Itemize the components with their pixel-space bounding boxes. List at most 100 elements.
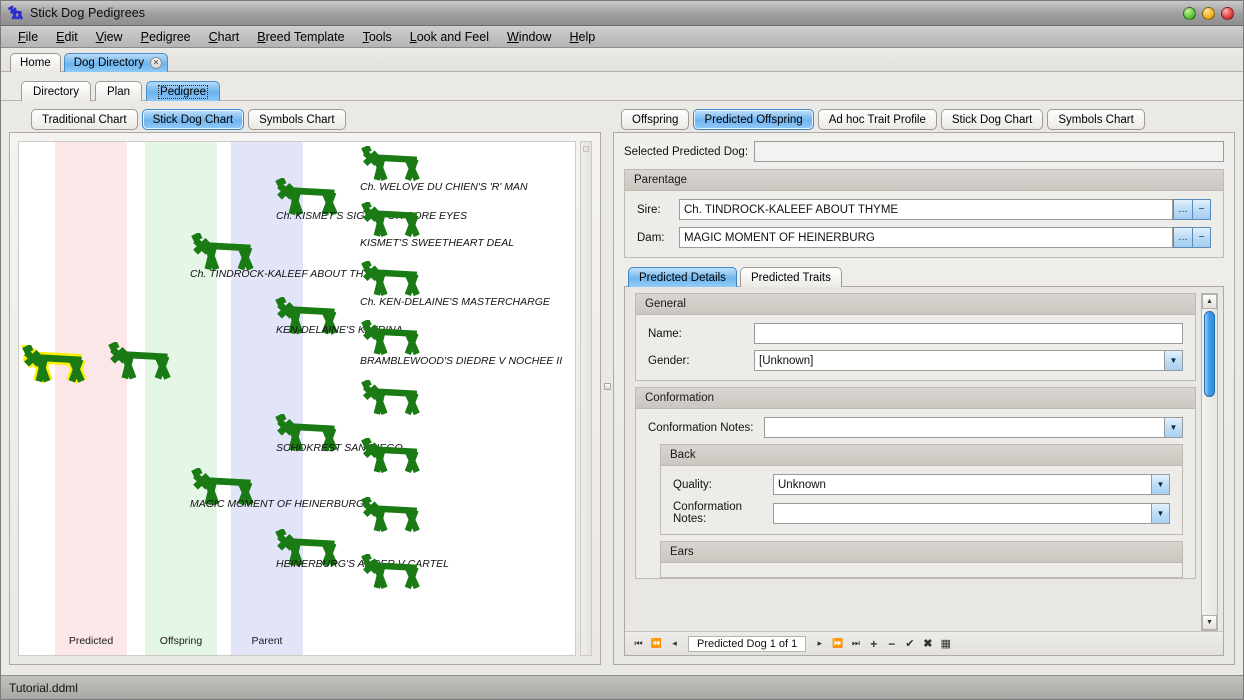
nav-next-button[interactable]: ▸: [812, 636, 827, 652]
menu-pedigree[interactable]: Pedigree: [132, 28, 200, 46]
grid-view-button[interactable]: ▦: [938, 636, 953, 652]
scroll-track[interactable]: [1202, 309, 1217, 615]
chart-frame: PredictedOffspringParentCh. TINDROCK-KAL…: [9, 132, 601, 665]
detail-tab-predicted-details[interactable]: Predicted Details: [628, 267, 737, 287]
chart-tab-traditional-chart[interactable]: Traditional Chart: [31, 109, 138, 130]
detail-tab-strip: Predicted DetailsPredicted Traits: [624, 264, 1224, 286]
minimize-button[interactable]: [1183, 7, 1196, 20]
right-tab-predicted-offspring[interactable]: Predicted Offspring: [693, 109, 813, 130]
scroll-up-icon[interactable]: ▲: [1202, 294, 1217, 309]
back-quality-value: Unknown: [774, 475, 1151, 494]
section-tab-plan[interactable]: Plan: [95, 81, 142, 101]
chevron-down-icon[interactable]: ▼: [1164, 351, 1182, 370]
general-group-body: Name: Gender: [Unknown] ▼: [636, 315, 1195, 380]
stick-dog[interactable]: [107, 342, 173, 383]
details-vertical-scrollbar[interactable]: ▲ ▼: [1201, 293, 1218, 631]
menu-view[interactable]: View: [87, 28, 132, 46]
conformation-group-title: Conformation: [636, 388, 1195, 409]
scroll-down-icon[interactable]: ▼: [1202, 615, 1217, 630]
chevron-down-icon[interactable]: ▼: [1151, 504, 1169, 523]
right-tab-offspring[interactable]: Offspring: [621, 109, 689, 130]
stick-dog-selected[interactable]: [21, 345, 87, 386]
scroll-thumb[interactable]: [1204, 311, 1215, 397]
document-tab-home[interactable]: Home: [10, 53, 61, 72]
stick-dog[interactable]: [360, 380, 422, 418]
stick-dog-chart-canvas[interactable]: PredictedOffspringParentCh. TINDROCK-KAL…: [18, 141, 576, 656]
sire-clear-button[interactable]: −: [1192, 199, 1211, 220]
sire-input[interactable]: Ch. TINDROCK-KALEEF ABOUT THYME: [679, 199, 1173, 220]
record-navigator: ⏮ ⏪ ◂ Predicted Dog 1 of 1 ▸ ⏩ ⏭ + − ✔ ✖…: [625, 631, 1223, 655]
nav-next-page-button[interactable]: ⏩: [830, 636, 845, 652]
chart-tab-symbols-chart[interactable]: Symbols Chart: [248, 109, 345, 130]
title-bar: Stick Dog Pedigrees: [1, 1, 1243, 26]
document-tab-label: Home: [20, 57, 51, 69]
back-quality-select[interactable]: Unknown ▼: [773, 474, 1170, 495]
chart-tab-stick-dog-chart[interactable]: Stick Dog Chart: [142, 109, 245, 130]
section-tab-strip: Directory PlanPedigree: [1, 72, 1243, 100]
stick-dog[interactable]: [360, 202, 422, 240]
dam-input[interactable]: MAGIC MOMENT OF HEINERBURG: [679, 227, 1173, 248]
nav-position-label: Predicted Dog 1 of 1: [688, 636, 806, 652]
sire-label: Sire:: [637, 204, 679, 216]
menu-chart[interactable]: Chart: [200, 28, 249, 46]
selected-predicted-dog-row: Selected Predicted Dog:: [624, 141, 1224, 162]
scroll-thumb[interactable]: [583, 146, 589, 152]
stick-dog[interactable]: [360, 438, 422, 476]
chart-vertical-scrollbar[interactable]: [580, 141, 592, 656]
maximize-button[interactable]: [1202, 7, 1215, 20]
dam-browse-button[interactable]: …: [1173, 227, 1192, 248]
nav-last-button[interactable]: ⏭: [848, 636, 863, 652]
name-input[interactable]: [754, 323, 1183, 344]
back-quality-row: Quality: Unknown ▼: [673, 474, 1170, 495]
nav-first-button[interactable]: ⏮: [631, 636, 646, 652]
conformation-notes-select[interactable]: ▼: [764, 417, 1183, 438]
add-record-button[interactable]: +: [866, 636, 881, 652]
stick-dog-label: MAGIC MOMENT OF HEINERBURG: [190, 498, 364, 510]
commit-record-button[interactable]: ✔: [902, 636, 917, 652]
cancel-record-button[interactable]: ✖: [920, 636, 935, 652]
nav-prev-page-button[interactable]: ⏪: [649, 636, 664, 652]
menu-window[interactable]: Window: [498, 28, 560, 46]
stick-dog[interactable]: [360, 554, 422, 592]
menu-bar: FileEditViewPedigreeChartBreed TemplateT…: [1, 26, 1243, 48]
ears-group-body: [661, 563, 1182, 577]
panel-splitter[interactable]: [601, 107, 613, 665]
menu-help[interactable]: Help: [560, 28, 604, 46]
menu-file[interactable]: File: [9, 28, 47, 46]
close-button[interactable]: [1221, 7, 1234, 20]
parentage-group: Parentage Sire: Ch. TINDROCK-KALEEF ABOU…: [624, 169, 1224, 258]
close-icon[interactable]: ✕: [150, 57, 162, 69]
stick-dog-label: Ch. TINDROCK-KALEEF ABOUT THYME: [190, 268, 386, 280]
menu-edit[interactable]: Edit: [47, 28, 87, 46]
dam-clear-button[interactable]: −: [1192, 227, 1211, 248]
chevron-down-icon[interactable]: ▼: [1151, 475, 1169, 494]
remove-record-button[interactable]: −: [884, 636, 899, 652]
gender-value: [Unknown]: [755, 351, 1164, 370]
menu-look-and-feel[interactable]: Look and Feel: [401, 28, 498, 46]
menu-breed-template[interactable]: Breed Template: [248, 28, 353, 46]
section-tab-directory[interactable]: Directory: [21, 81, 91, 101]
stick-dog[interactable]: [360, 320, 422, 358]
stick-dog[interactable]: [360, 146, 422, 184]
back-notes-label: Conformation Notes:: [673, 501, 773, 525]
right-tab-symbols-chart[interactable]: Symbols Chart: [1047, 109, 1144, 130]
stick-dog[interactable]: [360, 261, 422, 299]
document-tab-label: Dog Directory: [74, 57, 144, 69]
selected-predicted-dog-input[interactable]: [754, 141, 1224, 162]
right-tab-stick-dog-chart[interactable]: Stick Dog Chart: [941, 109, 1044, 130]
gender-select[interactable]: [Unknown] ▼: [754, 350, 1183, 371]
back-notes-select[interactable]: ▼: [773, 503, 1170, 524]
chevron-down-icon[interactable]: ▼: [1164, 418, 1182, 437]
splitter-grip[interactable]: [604, 383, 611, 390]
menu-tools[interactable]: Tools: [354, 28, 401, 46]
right-tab-ad-hoc-trait-profile[interactable]: Ad hoc Trait Profile: [818, 109, 937, 130]
sire-browse-button[interactable]: …: [1173, 199, 1192, 220]
detail-tab-predicted-traits[interactable]: Predicted Traits: [740, 267, 842, 287]
chart-column-label: Offspring: [145, 635, 217, 647]
stick-dog[interactable]: [360, 497, 422, 535]
section-tab-pedigree[interactable]: Pedigree: [146, 81, 220, 101]
document-tab-strip: Home Dog Directory ✕: [1, 48, 1243, 72]
section-tab-label: Directory: [33, 86, 79, 98]
nav-prev-button[interactable]: ◂: [667, 636, 682, 652]
document-tab-dog-directory[interactable]: Dog Directory ✕: [64, 53, 168, 72]
